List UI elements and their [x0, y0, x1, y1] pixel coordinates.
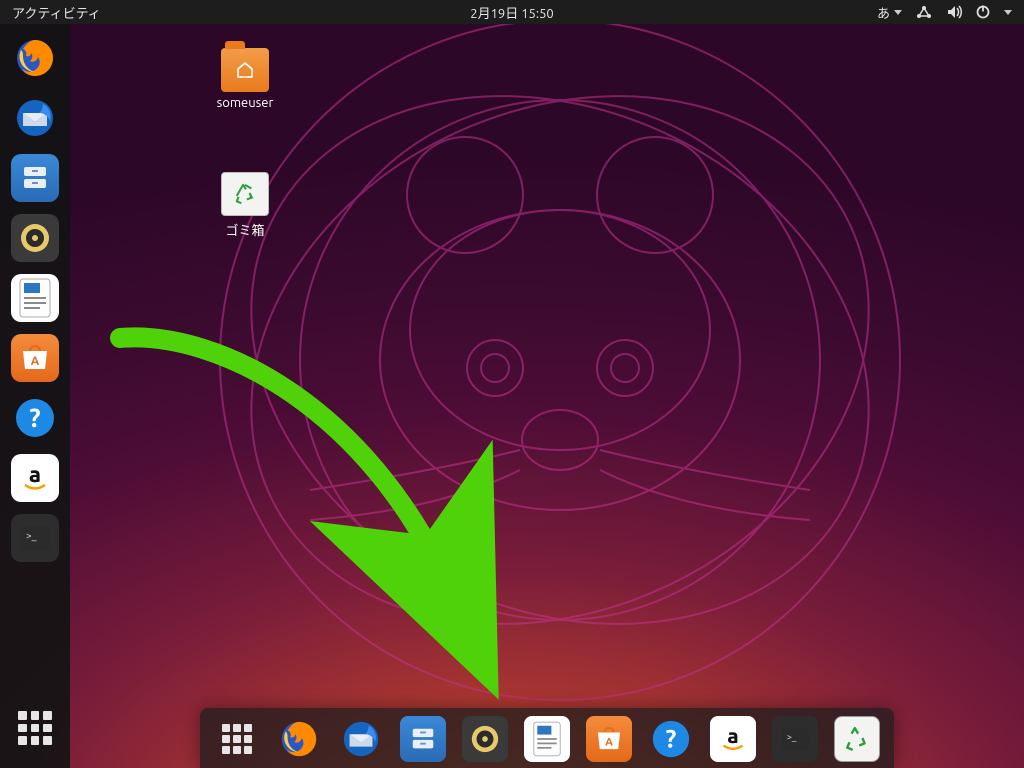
- svg-text:a: a: [29, 462, 41, 487]
- dock-item-files[interactable]: [400, 716, 446, 762]
- speaker-icon: [18, 221, 52, 255]
- svg-text:>_: >_: [26, 530, 37, 541]
- svg-text:?: ?: [666, 725, 677, 753]
- files-icon: [409, 725, 437, 753]
- thunderbird-icon: [340, 718, 382, 760]
- bottom-dock: A ? a >_: [200, 708, 894, 768]
- amazon-icon: a: [18, 461, 52, 495]
- dock-item-trash[interactable]: [834, 716, 880, 762]
- dock-item-amazon[interactable]: a: [11, 454, 59, 502]
- files-icon: [20, 163, 50, 193]
- dock-item-writer[interactable]: [11, 274, 59, 322]
- desktop-icon-home[interactable]: someuser: [200, 48, 290, 110]
- dock-item-show-applications[interactable]: [214, 716, 260, 762]
- volume-icon[interactable]: [946, 5, 962, 19]
- svg-text:a: a: [727, 724, 738, 747]
- desktop-icon-label: ゴミ箱: [200, 220, 290, 239]
- dock-item-software[interactable]: A: [586, 716, 632, 762]
- dock-item-help[interactable]: ?: [11, 394, 59, 442]
- apps-grid-icon: [18, 711, 52, 745]
- desktop-area[interactable]: someuser ゴミ箱: [70, 24, 1024, 768]
- folder-home-icon: [221, 48, 269, 92]
- firefox-icon: [13, 36, 57, 80]
- svg-text:>_: >_: [787, 731, 797, 742]
- input-method-indicator[interactable]: あ: [877, 3, 902, 22]
- left-dock: A ? a >_: [0, 24, 70, 768]
- dock-item-help[interactable]: ?: [648, 716, 694, 762]
- desktop-icon-trash[interactable]: ゴミ箱: [200, 172, 290, 239]
- dock-item-terminal[interactable]: >_: [772, 716, 818, 762]
- help-icon: ?: [650, 718, 692, 760]
- ime-label: あ: [877, 3, 890, 22]
- dock-item-thunderbird[interactable]: [338, 716, 384, 762]
- dock-item-amazon[interactable]: a: [710, 716, 756, 762]
- terminal-icon: >_: [20, 526, 50, 550]
- top-bar: アクティビティ 2月19日 15:50 あ: [0, 0, 1024, 24]
- speaker-icon: [469, 723, 501, 755]
- dock-item-thunderbird[interactable]: [11, 94, 59, 142]
- recycle-icon: [844, 726, 870, 752]
- svg-text:?: ?: [29, 403, 40, 432]
- dock-item-firefox[interactable]: [11, 34, 59, 82]
- amazon-icon: a: [717, 723, 749, 755]
- show-applications-button[interactable]: [11, 704, 59, 752]
- thunderbird-icon: [13, 96, 57, 140]
- firefox-icon: [278, 718, 320, 760]
- dock-item-software[interactable]: A: [11, 334, 59, 382]
- bottom-dock-container: A ? a >_: [70, 708, 1024, 768]
- shopping-bag-icon: A: [20, 345, 50, 371]
- terminal-icon: >_: [781, 728, 809, 750]
- shopping-bag-icon: A: [595, 727, 623, 751]
- dock-item-rhythmbox[interactable]: [11, 214, 59, 262]
- apps-grid-icon: [222, 724, 252, 754]
- power-icon[interactable]: [976, 5, 990, 19]
- activities-button[interactable]: アクティビティ: [0, 3, 113, 22]
- clock-menu[interactable]: 2月19日 15:50: [470, 3, 554, 22]
- desktop-icon-label: someuser: [200, 96, 290, 110]
- help-icon: ?: [13, 396, 57, 440]
- dock-item-terminal[interactable]: >_: [11, 514, 59, 562]
- dock-item-firefox[interactable]: [276, 716, 322, 762]
- svg-text:A: A: [605, 736, 613, 748]
- svg-text:A: A: [31, 355, 40, 368]
- document-icon: [532, 720, 562, 758]
- network-icon[interactable]: [916, 5, 932, 19]
- trash-icon: [221, 172, 269, 216]
- chevron-down-icon: [1004, 10, 1012, 15]
- dock-item-writer[interactable]: [524, 716, 570, 762]
- document-icon: [18, 277, 52, 319]
- dock-item-rhythmbox[interactable]: [462, 716, 508, 762]
- dock-item-files[interactable]: [11, 154, 59, 202]
- chevron-down-icon: [894, 10, 902, 15]
